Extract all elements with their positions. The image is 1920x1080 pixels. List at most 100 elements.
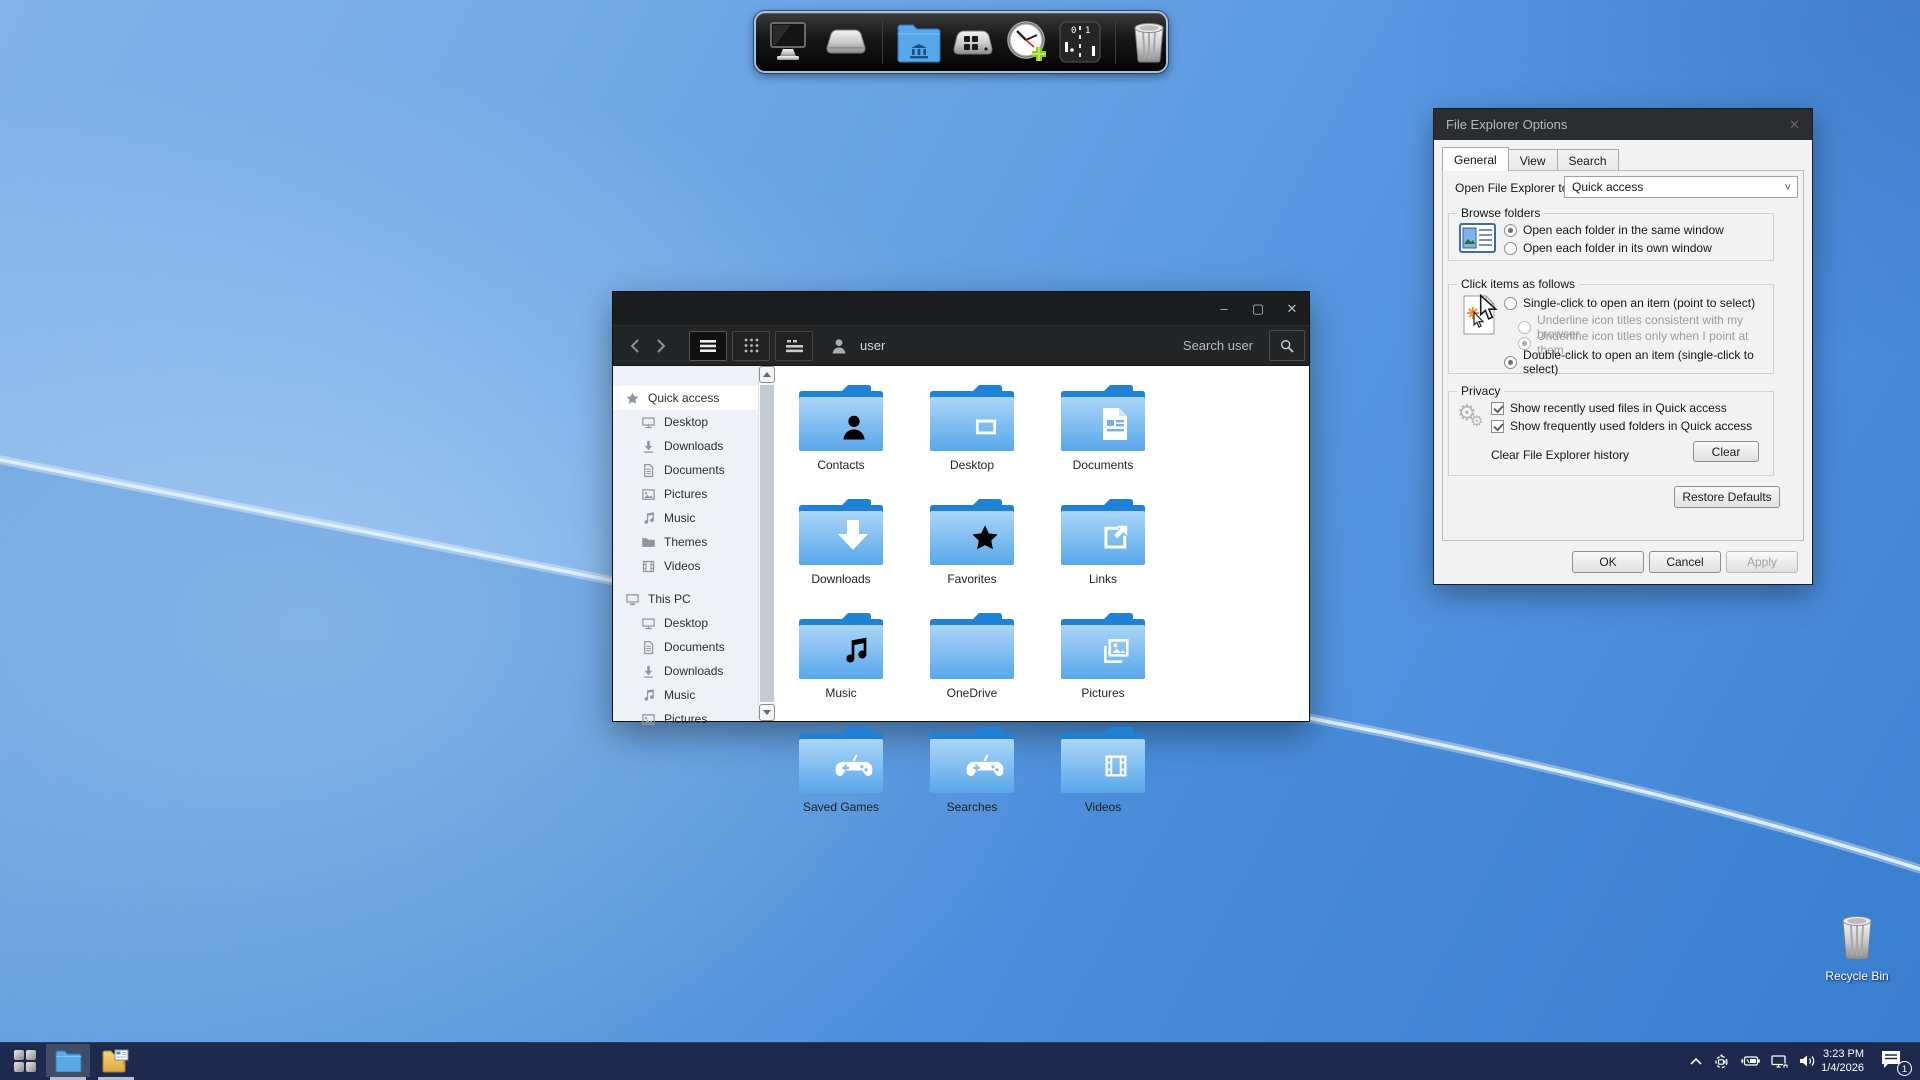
list-view-button[interactable] [689, 331, 727, 361]
music-note-icon [641, 688, 656, 703]
sidebar-item-videos[interactable]: Videos [613, 554, 775, 578]
this-pc-icon[interactable] [769, 19, 815, 66]
sidebar-item-desktop[interactable]: Desktop [613, 410, 775, 434]
taskbar-folder-options-button[interactable] [94, 1044, 138, 1077]
checkbox-frequent-folders[interactable]: Show frequently used folders in Quick ac… [1491, 419, 1752, 433]
radio-single-click[interactable]: Single-click to open an item (point to s… [1504, 296, 1755, 310]
open-to-dropdown[interactable]: Quick access ˅ [1564, 176, 1798, 198]
breadcrumb[interactable]: user [860, 338, 885, 353]
maximize-icon[interactable]: ▢ [1241, 292, 1275, 325]
sidebar-item-this-pc[interactable]: This PC [613, 587, 775, 611]
sidebar-item-pc-pictures[interactable]: Pictures [613, 707, 775, 731]
scrollbar-thumb[interactable] [760, 385, 774, 702]
minimize-icon[interactable]: – [1207, 292, 1241, 325]
sidebar-item-pc-music[interactable]: Music [613, 683, 775, 707]
folder-item-saved-games[interactable]: Saved Games [796, 726, 886, 814]
clock-time: 3:23 PM [1821, 1047, 1864, 1061]
sidebar-item-pc-desktop[interactable]: Desktop [613, 611, 775, 635]
search-button[interactable] [1269, 330, 1305, 361]
sidebar-scrollbar[interactable] [758, 366, 775, 721]
start-button[interactable] [7, 1049, 43, 1073]
folder-item-pictures[interactable]: Pictures [1058, 612, 1148, 700]
details-view-button[interactable] [775, 331, 813, 361]
pong-game-icon[interactable]: 01 [1058, 19, 1102, 66]
sidebar-item-pictures[interactable]: Pictures [613, 482, 775, 506]
action-center-button[interactable]: 1 [1880, 1049, 1906, 1073]
taskbar: 3:23 PM 1/4/2026 1 [0, 1042, 1920, 1080]
close-icon[interactable]: ✕ [1275, 292, 1309, 325]
checkbox-recent-files[interactable]: Show recently used files in Quick access [1491, 401, 1727, 415]
restore-defaults-button[interactable]: Restore Defaults [1674, 486, 1780, 508]
grid-view-button[interactable] [732, 331, 770, 361]
cancel-button[interactable]: Cancel [1649, 551, 1721, 573]
scroll-down-icon[interactable] [759, 704, 775, 721]
folder-item-downloads[interactable]: Downloads [796, 498, 886, 586]
recycle-bin-desktop-icon[interactable]: Recycle Bin [1816, 912, 1898, 983]
radio-double-click[interactable]: Double-click to open an item (single-cli… [1504, 348, 1773, 376]
sidebar-item-themes[interactable]: Themes [613, 530, 775, 554]
radio-same-window[interactable]: Open each folder in the same window [1504, 223, 1724, 237]
star-icon [625, 391, 640, 406]
file-explorer-options-dialog: File Explorer Options ✕ General View Sea… [1433, 108, 1813, 585]
tab-general[interactable]: General [1442, 147, 1509, 171]
tab-search[interactable]: Search [1557, 149, 1619, 171]
tab-view[interactable]: View [1508, 149, 1558, 171]
dialog-titlebar[interactable]: File Explorer Options ✕ [1434, 109, 1812, 140]
search-icon [1279, 338, 1295, 354]
folder-item-documents[interactable]: Documents [1058, 384, 1148, 472]
folder-item-onedrive[interactable]: OneDrive [927, 612, 1017, 700]
sidebar-item-quick-access[interactable]: Quick access [613, 386, 775, 410]
folder-grid: Contacts Desktop Documents Downloads Fav… [775, 366, 1309, 721]
folder-item-music[interactable]: Music [796, 612, 886, 700]
film-icon [641, 559, 656, 574]
battery-icon[interactable] [1741, 1055, 1760, 1067]
volume-icon[interactable] [1799, 1054, 1816, 1068]
folder-item-contacts[interactable]: Contacts [796, 384, 886, 472]
explorer-toolbar: user Search user [613, 325, 1309, 366]
explorer-titlebar[interactable]: – ▢ ✕ [613, 292, 1309, 325]
ok-button[interactable]: OK [1572, 551, 1644, 573]
download-arrow-icon [641, 664, 656, 679]
back-icon[interactable] [629, 338, 640, 354]
sidebar-item-pc-downloads[interactable]: Downloads [613, 659, 775, 683]
folder-item-desktop[interactable]: Desktop [927, 384, 1017, 472]
system-tray [1690, 1042, 1816, 1080]
search-input[interactable]: Search user [1183, 338, 1253, 353]
folder-item-links[interactable]: Links [1058, 498, 1148, 586]
document-icon [641, 463, 656, 478]
dock-separator [882, 20, 883, 64]
picture-icon [641, 487, 656, 502]
sidebar-item-music[interactable]: Music [613, 506, 775, 530]
music-note-icon [641, 511, 656, 526]
taskbar-clock[interactable]: 3:23 PM 1/4/2026 [1821, 1047, 1864, 1075]
clear-button[interactable]: Clear [1693, 441, 1759, 462]
sidebar-item-downloads[interactable]: Downloads [613, 434, 775, 458]
apply-button[interactable]: Apply [1726, 551, 1798, 573]
dialog-close-icon[interactable]: ✕ [1789, 117, 1800, 133]
sidebar-item-documents[interactable]: Documents [613, 458, 775, 482]
folder-item-favorites[interactable]: Favorites [927, 498, 1017, 586]
sidebar-item-pc-documents[interactable]: Documents [613, 635, 775, 659]
hidden-icons-chevron-icon[interactable] [1690, 1057, 1702, 1065]
svg-text:0: 0 [1071, 26, 1076, 36]
radio-own-window[interactable]: Open each folder in its own window [1504, 241, 1712, 255]
dock-separator [1115, 20, 1116, 64]
trash-icon [1837, 912, 1877, 962]
scroll-up-icon[interactable] [759, 366, 775, 383]
clock-icon[interactable] [1004, 19, 1050, 66]
taskbar-file-explorer-button[interactable] [46, 1044, 90, 1077]
windows-drive-icon[interactable] [950, 19, 996, 66]
folder-item-videos[interactable]: Videos [1058, 726, 1148, 814]
forward-icon[interactable] [656, 338, 667, 354]
network-icon[interactable] [1771, 1055, 1788, 1068]
folder-item-searches[interactable]: Searches [927, 726, 1017, 814]
download-arrow-icon [641, 439, 656, 454]
trash-icon[interactable] [1129, 19, 1169, 66]
removable-drive-icon[interactable] [823, 19, 869, 66]
yellow-folder-icon [101, 1049, 131, 1073]
meet-now-camera-icon[interactable] [1713, 1054, 1730, 1069]
user-folder-icon[interactable] [896, 19, 942, 66]
svg-text:1: 1 [1085, 26, 1090, 36]
gears-icon: ⚙⚙ [1457, 400, 1477, 426]
explorer-sidebar: Quick access Desktop Downloads Documents… [613, 366, 775, 721]
